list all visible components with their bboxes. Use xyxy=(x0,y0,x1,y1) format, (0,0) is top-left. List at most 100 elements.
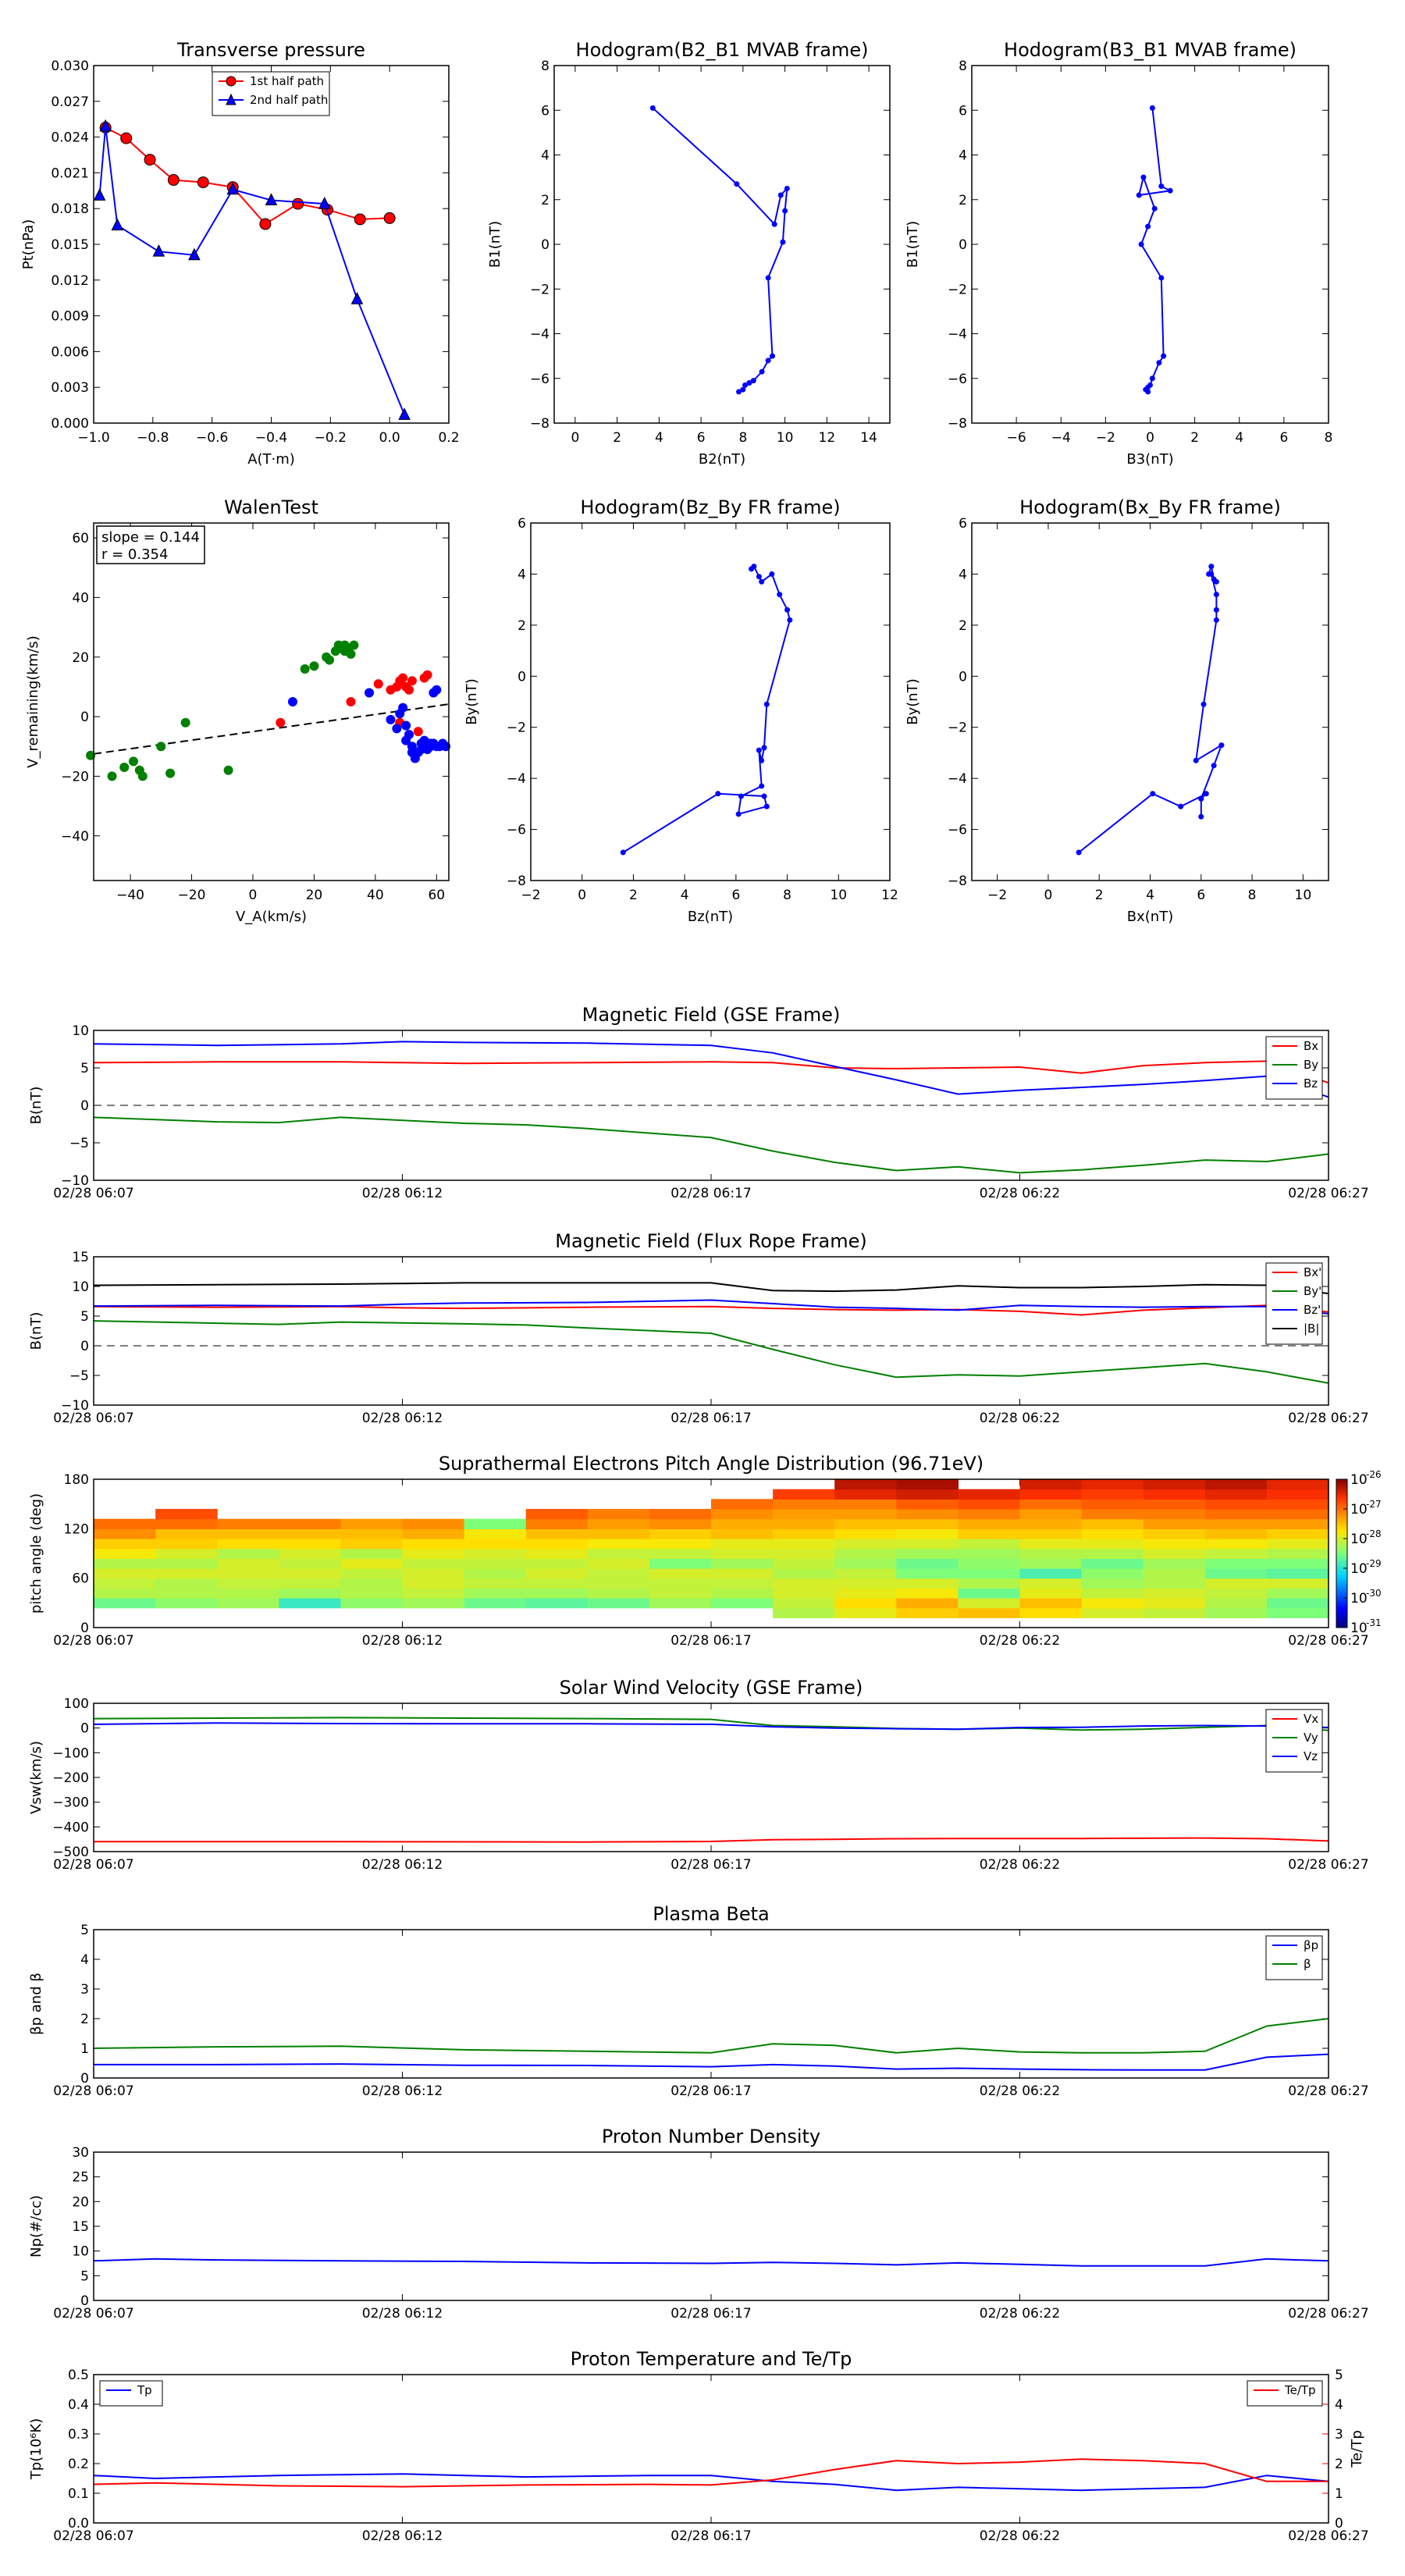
scatter-point xyxy=(398,703,408,713)
heatmap-cell xyxy=(525,1568,589,1579)
scatter-point xyxy=(300,664,310,674)
legend-label: 1st half path xyxy=(250,74,324,88)
heatmap-cell xyxy=(1266,1509,1329,1520)
scatter-point xyxy=(287,697,297,706)
data-point xyxy=(144,154,156,166)
y2-tick-label: 4 xyxy=(1335,2397,1343,2413)
series-line-0 xyxy=(622,564,791,853)
panel-tp_ratio: Proton Temperature and Te/Tp0.00.10.20.3… xyxy=(28,2348,1369,2544)
heatmap-cell xyxy=(834,1518,897,1529)
heatmap-cell xyxy=(711,1518,774,1529)
legend-label: Bz' xyxy=(1304,1303,1321,1317)
heatmap-cell xyxy=(402,1588,465,1599)
scatter-point xyxy=(137,771,148,781)
series-line-2 xyxy=(93,1041,1329,1098)
heatmap-cell xyxy=(1019,1568,1083,1579)
data-point xyxy=(1198,813,1204,820)
x-axis-label: V_A(km/s) xyxy=(236,909,307,925)
heatmap-cell xyxy=(834,1548,897,1559)
heatmap-cell xyxy=(1204,1558,1268,1569)
legend-label: |B| xyxy=(1304,1322,1319,1336)
y-tick-label: −4 xyxy=(948,771,967,787)
x-tick-label: 0.0 xyxy=(379,430,400,446)
axes-frame xyxy=(93,522,450,881)
heatmap-cell xyxy=(1019,1588,1083,1599)
data-point xyxy=(734,181,740,187)
heatmap-cell xyxy=(834,1578,897,1589)
y-tick-label: 0.021 xyxy=(51,165,89,181)
heatmap-cell xyxy=(525,1509,589,1520)
legend-label: By xyxy=(1304,1058,1318,1072)
data-point xyxy=(1136,192,1142,198)
heatmap-cell xyxy=(525,1548,589,1559)
y-tick-label: 10 xyxy=(72,1279,89,1295)
y-tick-label: 120 xyxy=(64,1521,89,1537)
heatmap-cell xyxy=(464,1518,527,1529)
x-tick-label: 8 xyxy=(783,888,791,903)
x-tick-label: 14 xyxy=(860,430,877,446)
y2-axis-label: Te/Tp xyxy=(1349,2430,1365,2468)
y-tick-label: 5 xyxy=(80,1923,89,1938)
heatmap-cell xyxy=(896,1598,959,1609)
y-tick-label: 0.5 xyxy=(68,2368,89,2383)
data-point xyxy=(1198,795,1204,802)
heatmap-cell xyxy=(896,1568,959,1579)
heatmap-cell xyxy=(279,1598,341,1609)
heatmap-cell xyxy=(834,1499,897,1510)
y-tick-label: −2 xyxy=(530,282,550,297)
heatmap-cell xyxy=(217,1548,279,1559)
data-point xyxy=(1208,564,1215,570)
data-point xyxy=(1203,791,1209,797)
heatmap-cell xyxy=(896,1539,959,1550)
heatmap-cell xyxy=(587,1558,650,1569)
heatmap-cell xyxy=(1019,1558,1083,1569)
y-tick-label: −5 xyxy=(69,1136,89,1151)
heatmap-cell xyxy=(1204,1598,1268,1609)
y-tick-label: −6 xyxy=(948,823,967,838)
heatmap-cell xyxy=(1081,1558,1144,1569)
data-point xyxy=(761,745,767,751)
series-line-0 xyxy=(93,1060,1329,1084)
heatmap-cell xyxy=(155,1548,218,1559)
heatmap-cell xyxy=(279,1578,341,1589)
chart-title: Proton Number Density xyxy=(602,2126,820,2147)
heatmap-cell xyxy=(958,1539,1021,1550)
heatmap-cell xyxy=(773,1548,835,1559)
data-point xyxy=(350,292,364,304)
y-tick-label: −40 xyxy=(61,829,89,845)
x-tick-label: 10 xyxy=(777,430,794,446)
y-tick-label: −8 xyxy=(530,416,550,432)
series-line-1 xyxy=(93,2458,1329,2488)
heatmap-cell xyxy=(279,1528,341,1539)
data-point xyxy=(1158,275,1165,281)
data-point xyxy=(167,174,180,187)
time-tick-label: 02/28 06:22 xyxy=(980,1186,1060,1201)
data-point xyxy=(1193,757,1199,763)
scatter-point xyxy=(346,697,356,706)
data-point xyxy=(770,353,775,359)
x-tick-label: −0.6 xyxy=(196,430,228,446)
scatter-point xyxy=(325,655,335,665)
heatmap-cell xyxy=(1204,1578,1268,1589)
axes-frame xyxy=(93,2151,1329,2301)
heatmap-cell xyxy=(94,1528,156,1539)
data-point xyxy=(765,275,771,281)
legend-label: Tp xyxy=(137,2383,152,2397)
y-tick-label: −5 xyxy=(69,1368,89,1384)
heatmap-cell xyxy=(958,1598,1021,1609)
data-point xyxy=(1140,174,1147,180)
heatmap-cell xyxy=(711,1528,774,1539)
heatmap-cell xyxy=(1143,1588,1206,1599)
chart-title: Suprathermal Electrons Pitch Angle Distr… xyxy=(439,1453,984,1475)
y-tick-label: 5 xyxy=(80,1061,89,1076)
y-axis-label: B1(nT) xyxy=(905,221,921,268)
heatmap-cell xyxy=(279,1548,341,1559)
y-tick-label: 2 xyxy=(541,193,550,208)
x-tick-label: 4 xyxy=(1146,888,1154,903)
heatmap-cell xyxy=(896,1509,959,1520)
heatmap-cell xyxy=(958,1489,1021,1500)
heatmap-cell xyxy=(587,1598,650,1609)
heatmap-cell xyxy=(402,1598,465,1609)
x-tick-label: 2 xyxy=(1095,888,1104,903)
heatmap-cell xyxy=(649,1558,712,1569)
